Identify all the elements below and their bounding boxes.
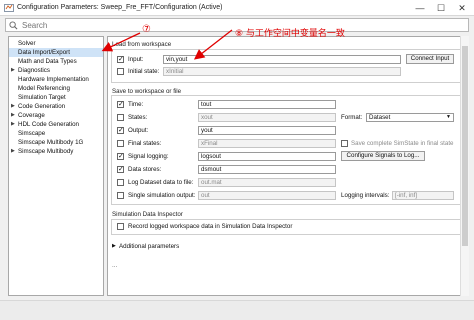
time-label: Time: [128,101,144,108]
connect-input-button[interactable]: Connect Input [406,54,454,64]
tree-item-math-data-types[interactable]: Math and Data Types [9,57,103,66]
logging-intervals-field[interactable]: [-inf, inf] [392,191,454,200]
simstate-label: Save complete SimState in final state [351,140,454,147]
settings-panel: Load from workspace Input: vin,yout Conn… [107,36,469,296]
initial-state-checkbox[interactable] [117,68,124,75]
tree-item-label: Simscape Multibody [18,148,74,155]
tree-item-label: Simulation Target [18,94,66,101]
tree-item-label: HDL Code Generation [18,121,79,128]
initial-state-label: Initial state: [128,68,160,75]
close-button[interactable]: ✕ [452,0,472,16]
tree-item-code-generation[interactable]: ▶ Code Generation [9,102,103,111]
search-icon [9,21,18,30]
record-sdi-label: Record logged workspace data in Simulati… [128,223,293,230]
single-output-label: Single simulation output: [128,192,196,199]
window-title: Configuration Parameters: Sweep_Fre_FFT/… [17,4,223,11]
expand-arrow-icon[interactable]: ▶ [11,147,15,156]
input-label: Input: [128,56,144,63]
dropdown-arrow-icon: ▼ [446,114,451,120]
record-sdi-checkbox[interactable] [117,223,124,230]
minimize-button[interactable]: — [410,0,430,16]
tree-item-coverage[interactable]: ▶ Coverage [9,111,103,120]
output-checkbox[interactable] [117,126,124,134]
inspector-section-heading: Simulation Data Inspector [112,211,183,218]
tree-item-label: Math and Data Types [18,58,77,65]
signal-logging-checkbox[interactable] [117,152,124,160]
tree-item-simscape[interactable]: Simscape [9,129,103,138]
tree-item-label: Solver [18,40,36,47]
data-stores-field[interactable]: dsmout [198,165,336,174]
category-tree: Solver Data Import/Export Math and Data … [8,36,104,296]
output-field[interactable]: yout [198,126,336,135]
signal-logging-label: Signal logging: [128,153,169,160]
load-section-heading: Load from workspace [112,41,172,48]
tree-item-hardware-implementation[interactable]: Hardware Implementation [9,75,103,84]
final-states-checkbox[interactable] [117,140,124,147]
signal-logging-field[interactable]: logsout [198,152,336,161]
format-label: Format: [341,114,363,121]
states-label: States: [128,114,148,121]
maximize-button[interactable]: ☐ [431,0,451,16]
expand-arrow-icon[interactable]: ▶ [11,102,15,111]
bottom-bar [0,300,474,320]
states-checkbox[interactable] [117,114,124,121]
data-stores-checkbox[interactable] [117,165,124,173]
tree-item-simscape-multibody-1g[interactable]: Simscape Multibody 1G [9,138,103,147]
title-bar: Configuration Parameters: Sweep_Fre_FFT/… [0,0,474,16]
final-states-field[interactable]: xFinal [198,139,336,148]
tree-item-diagnostics[interactable]: ▶ Diagnostics [9,66,103,75]
final-states-label: Final states: [128,140,162,147]
expand-arrow-icon[interactable]: ▶ [11,120,15,129]
input-checkbox[interactable] [117,55,124,63]
tree-item-data-import-export[interactable]: Data Import/Export [9,48,103,57]
tree-item-model-referencing[interactable]: Model Referencing [9,84,103,93]
annotation-label-8: ⑧ 与工作空间中变量名一致 [235,29,345,39]
expand-arrow-icon[interactable]: ▶ [11,111,15,120]
configure-signals-button[interactable]: Configure Signals to Log... [341,151,425,161]
tree-item-label: Data Import/Export [18,49,70,56]
scrollbar-thumb[interactable] [462,46,468,246]
additional-parameters-label[interactable]: Additional parameters [119,243,179,250]
format-select[interactable]: Dataset ▼ [366,113,454,122]
tree-item-label: Simscape [18,130,46,137]
time-checkbox[interactable] [117,100,124,108]
states-field[interactable]: xout [198,113,336,122]
expand-arrow-icon[interactable]: ▶ [11,66,15,75]
initial-state-field[interactable]: xInitial [163,67,401,76]
vertical-scrollbar[interactable] [460,36,469,296]
single-output-field[interactable]: out [198,191,336,200]
output-label: Output: [128,127,149,134]
tree-item-label: Code Generation [18,103,66,110]
tree-item-label: Diagnostics [18,67,50,74]
tree-item-hdl-code-generation[interactable]: ▶ HDL Code Generation [9,120,103,129]
annotation-label-7: ⑦ [142,24,151,35]
tree-item-solver[interactable]: Solver [9,39,103,48]
simstate-checkbox[interactable] [341,140,348,147]
log-dataset-field[interactable]: out.mat [198,178,336,187]
single-output-checkbox[interactable] [117,192,124,199]
app-icon [4,4,14,12]
input-field[interactable]: vin,yout [163,55,401,64]
tree-item-simulation-target[interactable]: Simulation Target [9,93,103,102]
logging-intervals-label: Logging intervals: [341,192,390,199]
data-stores-label: Data stores: [128,166,162,173]
time-field[interactable]: tout [198,100,336,109]
save-section-heading: Save to workspace or file [112,88,182,95]
log-dataset-label: Log Dataset data to file: [128,179,194,186]
tree-item-label: Simscape Multibody 1G [18,139,84,146]
expand-arrow-icon[interactable]: ▶ [112,243,116,249]
ellipsis-text: ... [112,262,118,269]
tree-item-label: Coverage [18,112,45,119]
tree-item-simscape-multibody[interactable]: ▶ Simscape Multibody [9,147,103,156]
tree-item-label: Hardware Implementation [18,76,89,83]
log-dataset-checkbox[interactable] [117,179,124,186]
format-value: Dataset [369,114,391,121]
save-group [111,95,461,205]
tree-item-label: Model Referencing [18,85,70,92]
